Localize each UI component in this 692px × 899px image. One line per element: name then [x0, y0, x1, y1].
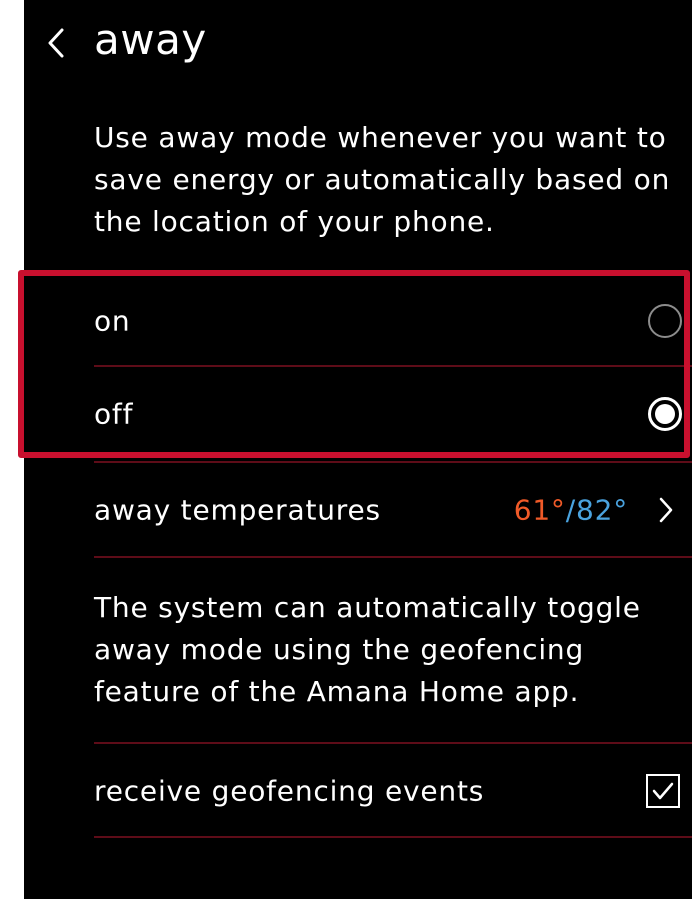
cool-setpoint: 82°	[575, 493, 628, 527]
option-off-label: off	[94, 397, 134, 431]
away-temperatures-label: away temperatures	[94, 493, 381, 527]
heat-setpoint: 61°	[513, 493, 566, 527]
chevron-left-icon	[48, 28, 64, 58]
away-mode-description: Use away mode whenever you want to save …	[94, 121, 671, 238]
away-temperatures-values: 61°/82°	[514, 494, 628, 527]
away-settings-screen: away Use away mode whenever you want to …	[18, 0, 692, 899]
option-off-radio[interactable]	[648, 397, 682, 431]
option-on-row[interactable]: on	[94, 276, 692, 366]
divider	[94, 461, 692, 463]
back-button[interactable]	[42, 26, 72, 60]
option-on-radio[interactable]	[648, 304, 682, 338]
temperature-separator: /	[565, 493, 576, 527]
divider	[94, 742, 692, 744]
divider	[94, 365, 692, 367]
header: away	[24, 12, 692, 72]
chevron-right-icon	[656, 494, 676, 526]
geofencing-checkbox[interactable]	[646, 774, 680, 808]
divider	[94, 836, 692, 838]
geofencing-row[interactable]: receive geofencing events	[94, 746, 692, 836]
away-temperatures-row[interactable]: away temperatures 61°/82°	[94, 465, 692, 555]
option-on-label: on	[94, 304, 131, 338]
option-off-row[interactable]: off	[94, 369, 692, 459]
divider	[94, 556, 692, 558]
geofencing-description: The system can automatically toggle away…	[94, 591, 641, 708]
radio-selected-dot	[655, 404, 675, 424]
page-title: away	[94, 15, 207, 64]
geofencing-label: receive geofencing events	[94, 774, 485, 808]
checkmark-icon	[652, 782, 674, 800]
